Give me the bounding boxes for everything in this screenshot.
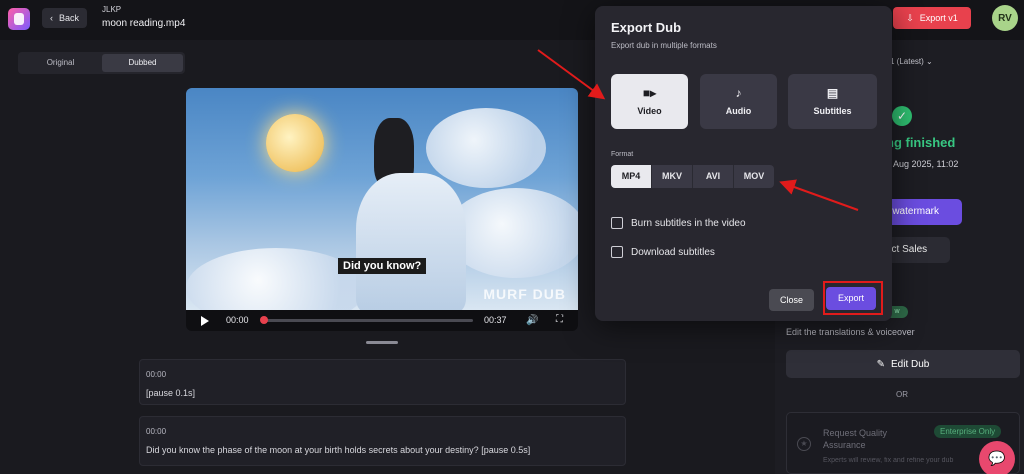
modal-title: Export Dub: [611, 20, 682, 35]
version-dropdown[interactable]: 1 (Latest) ⌄: [890, 57, 933, 66]
burn-subtitles-label: Burn subtitles in the video: [631, 217, 746, 229]
chevron-left-icon: ‹: [50, 13, 53, 23]
edit-dub-label: Edit Dub: [891, 358, 930, 370]
checkbox-box[interactable]: [611, 217, 623, 229]
download-icon: ⇩: [906, 12, 914, 23]
format-mp4[interactable]: MP4: [611, 165, 652, 188]
export-type-label: Audio: [725, 106, 752, 116]
export-type-label: Subtitles: [813, 106, 852, 116]
back-label: Back: [59, 13, 80, 23]
segment-text[interactable]: [pause 0.1s]: [146, 388, 195, 398]
checkbox-box[interactable]: [611, 246, 623, 258]
workspace-name: JLKP: [102, 5, 122, 14]
resize-handle[interactable]: [366, 341, 398, 344]
subtitles-icon: ▤: [826, 86, 839, 100]
video-camera-icon: ■▸: [642, 86, 657, 100]
transcript-segment[interactable]: 00:00 Did you know the phase of the moon…: [139, 416, 626, 466]
moon-image: [266, 114, 324, 172]
or-divider: OR: [896, 390, 908, 399]
export-version-button[interactable]: ⇩ Export v1: [893, 7, 971, 29]
woman-figure: [356, 118, 466, 310]
export-type-audio[interactable]: ♪ Audio: [700, 74, 777, 129]
view-toggle: Original Dubbed: [18, 52, 185, 74]
play-icon[interactable]: [201, 316, 209, 326]
export-type-label: Video: [637, 106, 662, 116]
toggle-dubbed[interactable]: Dubbed: [102, 54, 183, 72]
format-selector: MP4 MKV AVI MOV: [611, 165, 774, 188]
seek-bar[interactable]: [263, 319, 473, 322]
export-dub-modal: Export Dub Export dub in multiple format…: [595, 6, 892, 321]
enterprise-badge: Enterprise Only: [934, 425, 1002, 438]
toggle-original[interactable]: Original: [20, 54, 101, 72]
format-avi[interactable]: AVI: [693, 165, 734, 188]
download-subtitles-checkbox[interactable]: Download subtitles: [611, 246, 715, 258]
burn-subtitles-checkbox[interactable]: Burn subtitles in the video: [611, 217, 746, 229]
duration: 00:37: [484, 315, 507, 325]
video-frame[interactable]: Did you know? MURF DUB: [186, 88, 578, 310]
volume-icon[interactable]: 🔊: [526, 315, 538, 326]
player-controls: 00:00 00:37 🔊 ⛶: [186, 310, 578, 331]
edit-description: Edit the translations & voiceover: [786, 327, 915, 337]
edit-dub-button[interactable]: ✎ Edit Dub: [786, 350, 1020, 378]
status-text: ng finished: [886, 135, 956, 150]
file-name: moon reading.mp4: [102, 18, 186, 29]
segment-text[interactable]: Did you know the phase of the moon at yo…: [146, 445, 530, 455]
close-button[interactable]: Close: [769, 289, 814, 311]
export-type-subtitles[interactable]: ▤ Subtitles: [788, 74, 877, 129]
transcript-segment[interactable]: 00:00 [pause 0.1s]: [139, 359, 626, 405]
quality-title: Request Quality Assurance: [823, 428, 888, 450]
back-button[interactable]: ‹ Back: [42, 8, 88, 28]
segment-time: 00:00: [146, 370, 167, 379]
current-time: 00:00: [226, 315, 249, 325]
segment-time: 00:00: [146, 427, 167, 436]
annotation-highlight-box: [823, 281, 883, 315]
chat-support-icon[interactable]: 💬: [979, 441, 1015, 474]
murf-dub-watermark: MURF DUB: [483, 286, 566, 302]
pencil-icon: ✎: [876, 358, 886, 370]
format-mov[interactable]: MOV: [734, 165, 774, 188]
chevron-down-icon: ⌄: [926, 57, 933, 66]
murf-logo-icon[interactable]: [8, 8, 30, 30]
status-date: 3 Aug 2025, 11:02: [886, 159, 959, 169]
seek-thumb[interactable]: [260, 316, 268, 324]
format-mkv[interactable]: MKV: [652, 165, 693, 188]
export-version-label: Export v1: [919, 13, 958, 23]
download-subtitles-label: Download subtitles: [631, 246, 715, 258]
format-label: Format: [611, 151, 634, 158]
music-note-icon: ♪: [735, 86, 742, 100]
user-avatar[interactable]: RV: [992, 5, 1018, 31]
modal-subtitle: Export dub in multiple formats: [611, 41, 717, 50]
star-icon: ★: [797, 437, 811, 451]
export-type-video[interactable]: ■▸ Video: [611, 74, 688, 129]
video-caption: Did you know?: [338, 258, 427, 274]
version-label: 1 (Latest): [890, 57, 924, 66]
fullscreen-icon[interactable]: ⛶: [556, 314, 563, 325]
check-circle-icon: ✓: [892, 106, 912, 126]
